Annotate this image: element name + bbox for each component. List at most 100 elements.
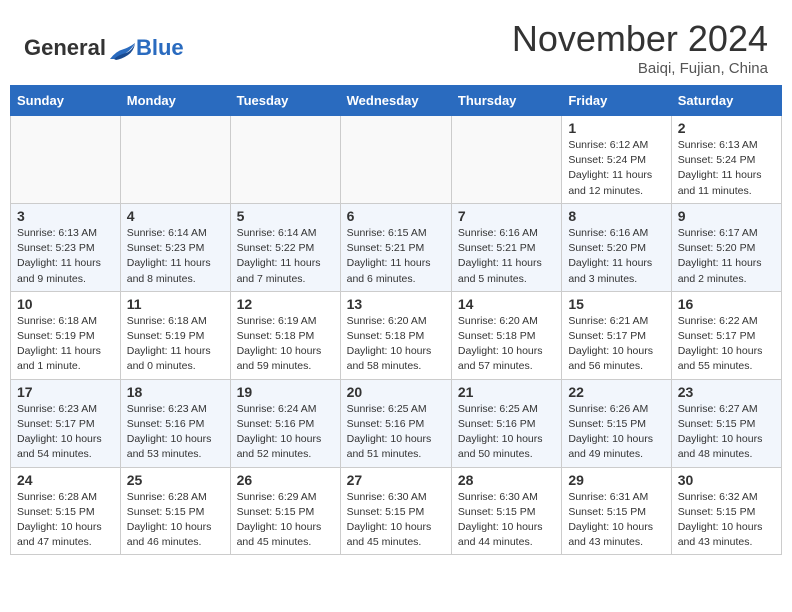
weekday-friday: Friday	[562, 86, 671, 116]
calendar-cell: 28Sunrise: 6:30 AM Sunset: 5:15 PM Dayli…	[451, 467, 561, 555]
day-number: 20	[347, 384, 445, 400]
calendar-cell: 11 Sunrise: 6:18 AM Sunset: 5:19 PM Dayli…	[120, 291, 230, 379]
month-title: November 2024	[512, 18, 768, 60]
page-header: General Blue November 2024 Baiqi, Fujian…	[0, 0, 792, 85]
day-info: Sunrise: 6:12 AM Sunset: 5:24 PM Dayligh…	[568, 138, 664, 199]
day-info: Sunrise: 6:13 AM Sunset: 5:24 PM Dayligh…	[678, 138, 775, 199]
calendar-cell: 29Sunrise: 6:31 AM Sunset: 5:15 PM Dayli…	[562, 467, 671, 555]
day-number: 22	[568, 384, 664, 400]
calendar-table: SundayMondayTuesdayWednesdayThursdayFrid…	[10, 85, 782, 555]
day-info: Sunrise: 6:26 AM Sunset: 5:15 PM Dayligh…	[568, 402, 664, 463]
day-number: 3	[17, 208, 114, 224]
calendar-cell: 3Sunrise: 6:13 AM Sunset: 5:23 PM Daylig…	[11, 203, 121, 291]
calendar-cell: 8 Sunrise: 6:16 AM Sunset: 5:20 PM Daylig…	[562, 203, 671, 291]
calendar-cell	[230, 116, 340, 204]
day-info: Sunrise: 6:14 AM Sunset: 5:22 PM Dayligh…	[237, 226, 334, 287]
weekday-monday: Monday	[120, 86, 230, 116]
day-info: Sunrise: 6:18 AM Sunset: 5:19 PM Dayligh…	[17, 314, 114, 375]
calendar-cell	[11, 116, 121, 204]
calendar-header: SundayMondayTuesdayWednesdayThursdayFrid…	[11, 86, 782, 116]
calendar-cell: 20Sunrise: 6:25 AM Sunset: 5:16 PM Dayli…	[340, 379, 451, 467]
day-info: Sunrise: 6:23 AM Sunset: 5:17 PM Dayligh…	[17, 402, 114, 463]
calendar-week-4: 24Sunrise: 6:28 AM Sunset: 5:15 PM Dayli…	[11, 467, 782, 555]
day-info: Sunrise: 6:16 AM Sunset: 5:20 PM Dayligh…	[568, 226, 664, 287]
calendar-cell	[451, 116, 561, 204]
calendar-cell: 19 Sunrise: 6:24 AM Sunset: 5:16 PM Dayli…	[230, 379, 340, 467]
location-subtitle: Baiqi, Fujian, China	[512, 60, 768, 77]
day-number: 30	[678, 472, 775, 488]
calendar-week-3: 17 Sunrise: 6:23 AM Sunset: 5:17 PM Dayli…	[11, 379, 782, 467]
calendar-week-0: 1Sunrise: 6:12 AM Sunset: 5:24 PM Daylig…	[11, 116, 782, 204]
day-info: Sunrise: 6:31 AM Sunset: 5:15 PM Dayligh…	[568, 490, 664, 551]
calendar-cell	[120, 116, 230, 204]
calendar-cell: 14 Sunrise: 6:20 AM Sunset: 5:18 PM Dayli…	[451, 291, 561, 379]
day-info: Sunrise: 6:24 AM Sunset: 5:16 PM Dayligh…	[237, 402, 334, 463]
day-info: Sunrise: 6:23 AM Sunset: 5:16 PM Dayligh…	[127, 402, 224, 463]
day-info: Sunrise: 6:18 AM Sunset: 5:19 PM Dayligh…	[127, 314, 224, 375]
calendar-body: 1Sunrise: 6:12 AM Sunset: 5:24 PM Daylig…	[11, 116, 782, 555]
day-info: Sunrise: 6:17 AM Sunset: 5:20 PM Dayligh…	[678, 226, 775, 287]
day-info: Sunrise: 6:22 AM Sunset: 5:17 PM Dayligh…	[678, 314, 775, 375]
logo-blue-text: Blue	[136, 35, 184, 61]
day-number: 18	[127, 384, 224, 400]
calendar-cell: 25 Sunrise: 6:28 AM Sunset: 5:15 PM Dayli…	[120, 467, 230, 555]
logo: General Blue	[24, 35, 184, 61]
day-number: 11	[127, 296, 224, 312]
calendar-cell: 15 Sunrise: 6:21 AM Sunset: 5:17 PM Dayli…	[562, 291, 671, 379]
calendar-cell: 5 Sunrise: 6:14 AM Sunset: 5:22 PM Daylig…	[230, 203, 340, 291]
logo-bird-icon	[108, 41, 136, 61]
calendar-cell: 1Sunrise: 6:12 AM Sunset: 5:24 PM Daylig…	[562, 116, 671, 204]
calendar-cell: 24Sunrise: 6:28 AM Sunset: 5:15 PM Dayli…	[11, 467, 121, 555]
weekday-wednesday: Wednesday	[340, 86, 451, 116]
day-info: Sunrise: 6:20 AM Sunset: 5:18 PM Dayligh…	[458, 314, 555, 375]
day-number: 7	[458, 208, 555, 224]
day-number: 15	[568, 296, 664, 312]
day-number: 17	[17, 384, 114, 400]
day-info: Sunrise: 6:20 AM Sunset: 5:18 PM Dayligh…	[347, 314, 445, 375]
day-number: 2	[678, 120, 775, 136]
day-info: Sunrise: 6:19 AM Sunset: 5:18 PM Dayligh…	[237, 314, 334, 375]
day-number: 19	[237, 384, 334, 400]
calendar-cell: 26Sunrise: 6:29 AM Sunset: 5:15 PM Dayli…	[230, 467, 340, 555]
calendar-week-2: 10 Sunrise: 6:18 AM Sunset: 5:19 PM Dayli…	[11, 291, 782, 379]
day-number: 12	[237, 296, 334, 312]
calendar-cell: 23 Sunrise: 6:27 AM Sunset: 5:15 PM Dayli…	[671, 379, 781, 467]
day-info: Sunrise: 6:28 AM Sunset: 5:15 PM Dayligh…	[127, 490, 224, 551]
calendar-cell: 4 Sunrise: 6:14 AM Sunset: 5:23 PM Daylig…	[120, 203, 230, 291]
day-number: 8	[568, 208, 664, 224]
logo-general-text: General	[24, 35, 106, 61]
day-number: 25	[127, 472, 224, 488]
day-number: 14	[458, 296, 555, 312]
calendar-cell: 9Sunrise: 6:17 AM Sunset: 5:20 PM Daylig…	[671, 203, 781, 291]
day-number: 6	[347, 208, 445, 224]
calendar-cell	[340, 116, 451, 204]
day-number: 16	[678, 296, 775, 312]
calendar-cell: 2 Sunrise: 6:13 AM Sunset: 5:24 PM Daylig…	[671, 116, 781, 204]
calendar-cell: 21 Sunrise: 6:25 AM Sunset: 5:16 PM Dayli…	[451, 379, 561, 467]
weekday-thursday: Thursday	[451, 86, 561, 116]
calendar-cell: 13 Sunrise: 6:20 AM Sunset: 5:18 PM Dayli…	[340, 291, 451, 379]
day-number: 13	[347, 296, 445, 312]
day-info: Sunrise: 6:21 AM Sunset: 5:17 PM Dayligh…	[568, 314, 664, 375]
day-number: 10	[17, 296, 114, 312]
calendar-cell: 10 Sunrise: 6:18 AM Sunset: 5:19 PM Dayli…	[11, 291, 121, 379]
day-number: 27	[347, 472, 445, 488]
day-info: Sunrise: 6:15 AM Sunset: 5:21 PM Dayligh…	[347, 226, 445, 287]
day-info: Sunrise: 6:25 AM Sunset: 5:16 PM Dayligh…	[458, 402, 555, 463]
day-info: Sunrise: 6:27 AM Sunset: 5:15 PM Dayligh…	[678, 402, 775, 463]
day-info: Sunrise: 6:16 AM Sunset: 5:21 PM Dayligh…	[458, 226, 555, 287]
day-number: 21	[458, 384, 555, 400]
day-number: 4	[127, 208, 224, 224]
day-info: Sunrise: 6:32 AM Sunset: 5:15 PM Dayligh…	[678, 490, 775, 551]
day-info: Sunrise: 6:29 AM Sunset: 5:15 PM Dayligh…	[237, 490, 334, 551]
day-info: Sunrise: 6:28 AM Sunset: 5:15 PM Dayligh…	[17, 490, 114, 551]
day-info: Sunrise: 6:14 AM Sunset: 5:23 PM Dayligh…	[127, 226, 224, 287]
weekday-saturday: Saturday	[671, 86, 781, 116]
day-number: 5	[237, 208, 334, 224]
day-number: 23	[678, 384, 775, 400]
title-section: November 2024 Baiqi, Fujian, China	[512, 18, 768, 77]
day-number: 28	[458, 472, 555, 488]
calendar-container: SundayMondayTuesdayWednesdayThursdayFrid…	[0, 85, 792, 565]
calendar-cell: 22 Sunrise: 6:26 AM Sunset: 5:15 PM Dayli…	[562, 379, 671, 467]
calendar-cell: 6 Sunrise: 6:15 AM Sunset: 5:21 PM Daylig…	[340, 203, 451, 291]
